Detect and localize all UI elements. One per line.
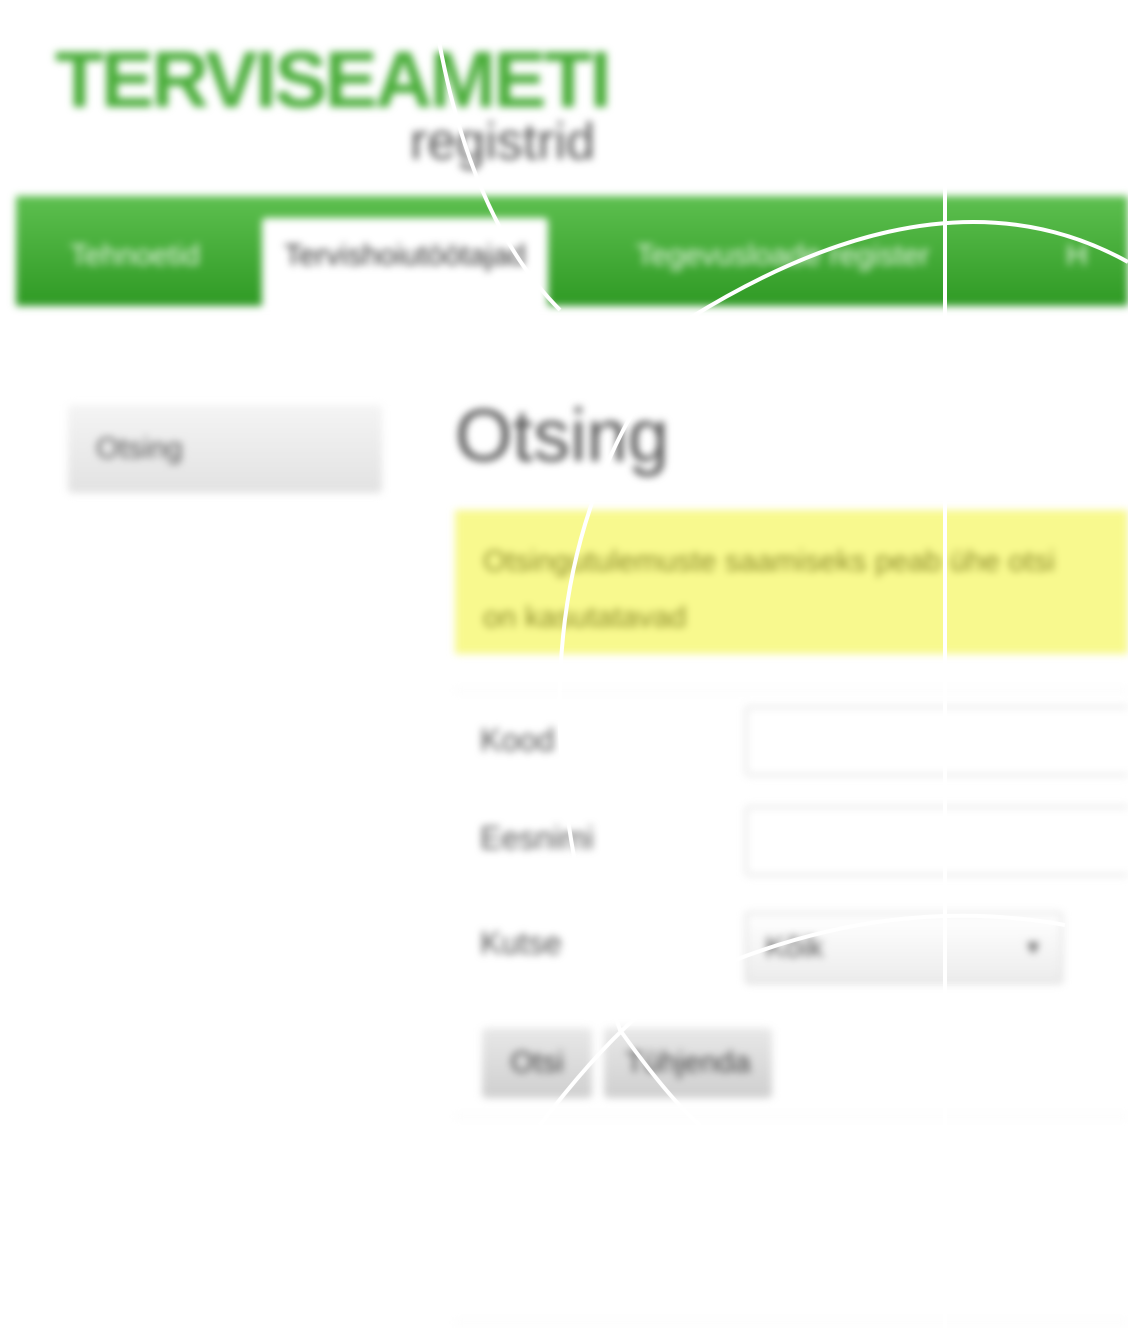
kutse-select[interactable]: Kõik ▼ [745, 912, 1063, 984]
form-divider-bottom [455, 1116, 1128, 1117]
kood-input[interactable] [745, 706, 1128, 776]
form-divider-top [455, 690, 1128, 691]
footer-divider [455, 1322, 1128, 1323]
logo-title: TERVISEAMETI [55, 35, 612, 124]
info-notice: Otsingutulemuste saamiseks peab ühe otsi… [455, 510, 1128, 654]
eesnimi-label: Eesnimi [480, 820, 594, 856]
search-button[interactable]: Otsi [482, 1028, 592, 1098]
page: TERVISEAMETI registrid Tehnoetid Tervish… [0, 0, 1128, 1328]
tab-tervishoiutootajad[interactable]: Tervishoiutöötajad [262, 218, 548, 306]
site-logo[interactable]: TERVISEAMETI registrid [55, 35, 612, 171]
eesnimi-input[interactable] [745, 806, 1128, 876]
page-title: Otsing [455, 394, 669, 477]
kood-label: Kood [480, 722, 555, 758]
blurred-screen: TERVISEAMETI registrid Tehnoetid Tervish… [0, 0, 1128, 1328]
tab-tegevusloade-register[interactable]: Tegevusloade register [636, 218, 930, 306]
kutse-label: Kutse [480, 925, 562, 961]
tab-more[interactable]: H [1066, 218, 1088, 306]
notice-line-2: on kasutatavad [483, 601, 687, 634]
kutse-select-value: Kõik [765, 931, 824, 964]
logo-subtitle: registrid [410, 113, 595, 171]
notice-line-1: Otsingutulemuste saamiseks peab ühe otsi [483, 545, 1055, 578]
sidebar-item-otsing[interactable]: Otsing [68, 405, 382, 493]
chevron-down-icon: ▼ [1023, 937, 1043, 959]
tab-tehnoetid[interactable]: Tehnoetid [70, 218, 200, 306]
reset-button[interactable]: Tühjenda [604, 1028, 772, 1098]
main-nav: Tehnoetid Tervishoiutöötajad Tegevusload… [16, 196, 1128, 306]
